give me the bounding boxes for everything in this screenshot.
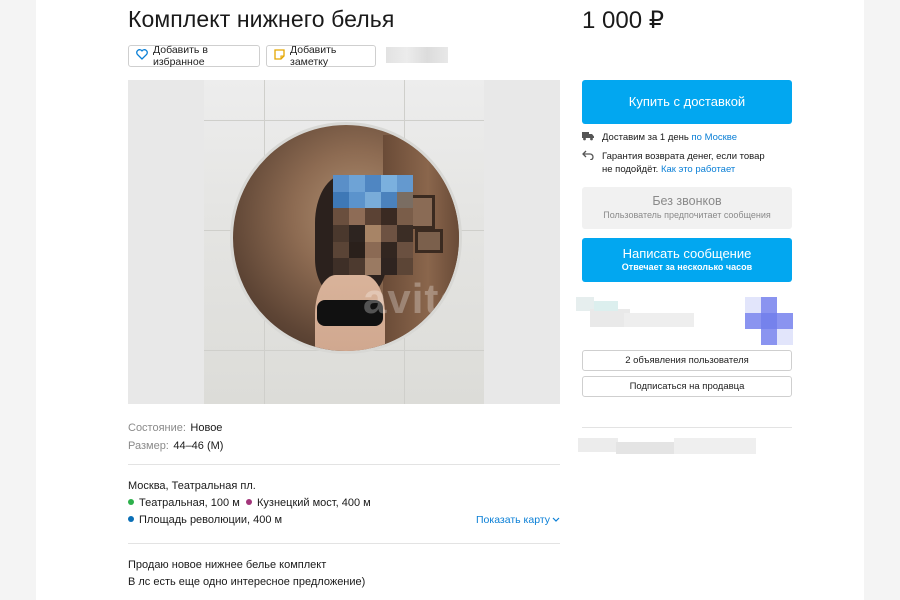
listing-page: Комплект нижнего белья 1 000 ₽ Добавить … [36, 0, 864, 600]
show-map-link[interactable]: Показать карту [476, 514, 560, 526]
guarantee-text-2: не подойдёт. [602, 164, 659, 175]
metro-station-3-label: Площадь революции, 400 м [139, 514, 283, 526]
add-note-label: Добавить заметку [290, 44, 337, 68]
photo-watermark: avito [363, 275, 462, 322]
metro-dot-purple [246, 499, 252, 506]
return-arrow-icon [582, 150, 594, 176]
guarantee-info: Гарантия возврата денег, если товар не п… [582, 150, 765, 176]
write-message-subtitle: Отвечает за несколько часов [621, 262, 753, 272]
blurred-seller-info [578, 436, 758, 456]
add-favorite-label: Добавить в избранное [153, 44, 208, 68]
divider [128, 543, 560, 544]
metro-station-2: Кузнецкий мост, 400 м [246, 497, 371, 509]
spec-condition-value: Новое [190, 422, 223, 434]
write-message-button[interactable]: Написать сообщение Отвечает за несколько… [582, 238, 792, 282]
spec-condition: Состояние: Новое [128, 418, 222, 436]
metro-station-1-label: Театральная, 100 м [139, 497, 240, 509]
guarantee-link[interactable]: Как это работает [661, 164, 735, 175]
delivery-info: Доставим за 1 день по Москве [582, 131, 737, 145]
write-message-title: Написать сообщение [622, 246, 752, 261]
metro-dot-blue [128, 516, 134, 523]
spec-condition-label: Состояние: [128, 422, 186, 434]
chevron-down-icon [552, 514, 560, 526]
add-favorite-button[interactable]: Добавить в избранное [128, 44, 260, 68]
divider [582, 427, 792, 428]
note-icon [274, 49, 285, 63]
metro-station-1: Театральная, 100 м [128, 497, 240, 509]
metro-station-3: Площадь революции, 400 м [128, 514, 282, 526]
photo-image: avito [204, 80, 484, 404]
delivery-text: Доставим за 1 день [602, 132, 689, 143]
listing-title: Комплект нижнего белья [128, 6, 395, 32]
user-ads-button[interactable]: 2 объявления пользователя [582, 350, 792, 371]
address: Москва, Театральная пл. [128, 480, 256, 492]
heart-icon [136, 49, 148, 63]
seller-avatar[interactable] [745, 297, 793, 345]
metro-station-2-label: Кузнецкий мост, 400 м [257, 497, 371, 509]
pixelated-face [333, 175, 413, 275]
description-line-1: Продаю новое нижнее белье комплект [128, 559, 327, 571]
buy-with-delivery-button[interactable]: Купить с доставкой [582, 80, 792, 124]
blurred-seller-name [576, 297, 696, 337]
no-calls-subtitle: Пользователь предпочитает сообщения [603, 210, 771, 220]
divider [128, 464, 560, 465]
spec-size-value: 44–46 (M) [173, 440, 224, 452]
guarantee-text-1: Гарантия возврата денег, если товар [602, 151, 765, 162]
add-note-button[interactable]: Добавить заметку [266, 44, 376, 68]
listing-photo[interactable]: avito [128, 80, 560, 404]
description-line-2: В лс есть еще одно интересное предложени… [128, 576, 366, 588]
truck-icon [582, 131, 594, 145]
listing-price: 1 000 ₽ [582, 7, 664, 34]
blurred-info [386, 47, 448, 63]
no-calls-box: Без звонков Пользователь предпочитает со… [582, 187, 792, 229]
metro-dot-green [128, 499, 134, 506]
spec-size: Размер: 44–46 (M) [128, 436, 223, 454]
spec-size-label: Размер: [128, 440, 169, 452]
delivery-link[interactable]: по Москве [692, 132, 738, 143]
mirror-image: avito [230, 122, 462, 354]
no-calls-title: Без звонков [652, 194, 722, 208]
subscribe-seller-button[interactable]: Подписаться на продавца [582, 376, 792, 397]
show-map-label: Показать карту [476, 514, 551, 526]
